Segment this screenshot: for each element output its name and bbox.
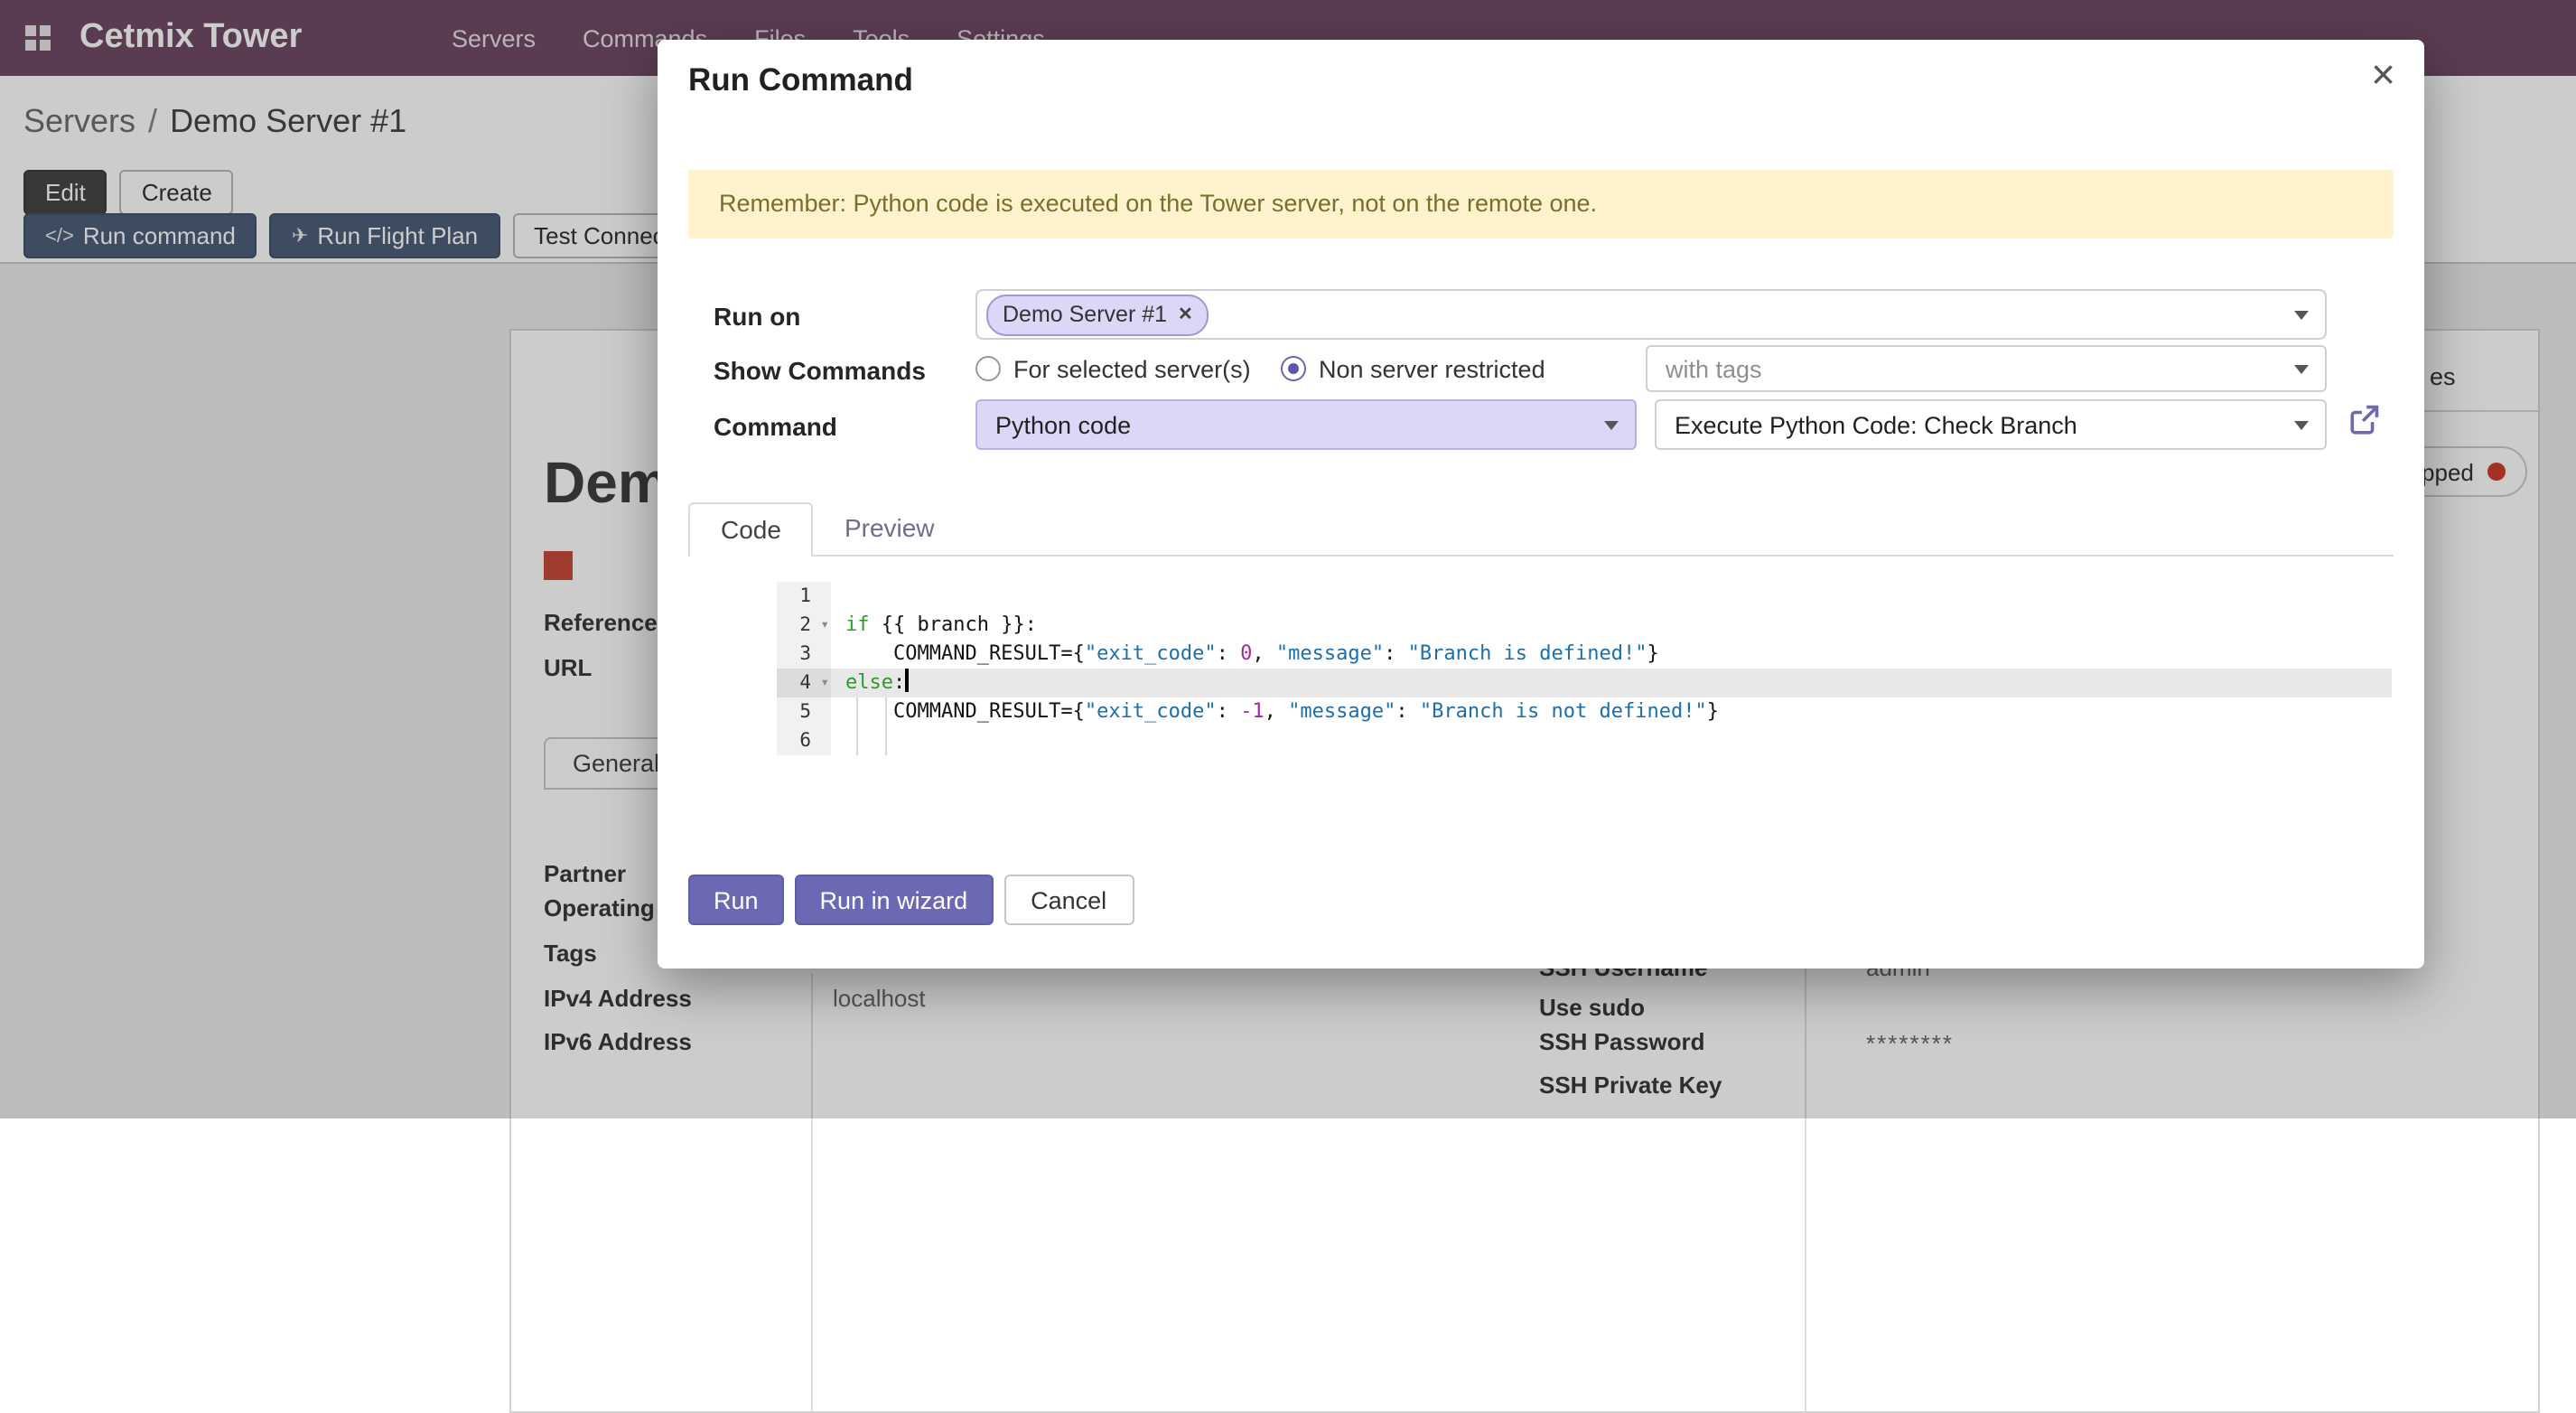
code-line[interactable]	[831, 726, 2392, 755]
show-commands-label: Show Commands	[714, 356, 926, 385]
command-type-value: Python code	[995, 411, 1131, 438]
editor-row[interactable]: 5 COMMAND_RESULT={"exit_code": -1, "mess…	[777, 697, 2392, 726]
editor-line-number[interactable]: 2▾	[777, 611, 831, 640]
tab-code[interactable]: Code	[688, 502, 814, 557]
radio-for-selected-servers[interactable]	[975, 356, 1001, 381]
screen: Cetmix Tower Servers Commands Files Tool…	[0, 0, 2576, 1118]
fold-caret-icon[interactable]: ▾	[820, 611, 829, 640]
code-line[interactable]: if {{ branch }}:	[831, 611, 2392, 640]
code-line[interactable]: COMMAND_RESULT={"exit_code": -1, "messag…	[831, 697, 2392, 726]
command-label: Command	[714, 412, 837, 441]
editor-row[interactable]: 4▾else:	[777, 669, 2392, 697]
fold-caret-icon[interactable]: ▾	[820, 669, 829, 697]
radio-non-server-restricted-label[interactable]: Non server restricted	[1319, 356, 1545, 383]
editor-line-number[interactable]: 5	[777, 697, 831, 726]
text-cursor	[905, 669, 909, 692]
dropdown-caret-icon	[2294, 421, 2309, 430]
dropdown-caret-icon	[2294, 365, 2309, 374]
indent-guide	[856, 726, 858, 755]
radio-for-selected-servers-label[interactable]: For selected server(s)	[1013, 356, 1251, 383]
command-type-select[interactable]: Python code	[975, 399, 1637, 450]
editor-row[interactable]: 2▾if {{ branch }}:	[777, 611, 2392, 640]
editor-row[interactable]: 6	[777, 726, 2392, 755]
radio-non-server-restricted[interactable]	[1281, 356, 1306, 381]
server-tag-label: Demo Server #1	[1003, 302, 1167, 327]
run-on-label: Run on	[714, 302, 800, 331]
run-on-field[interactable]: Demo Server #1 ✕	[975, 289, 2327, 340]
command-value: Execute Python Code: Check Branch	[1675, 411, 2077, 438]
run-command-modal: Run Command × Remember: Python code is e…	[658, 40, 2424, 969]
command-select[interactable]: Execute Python Code: Check Branch	[1655, 399, 2327, 450]
editor-line-number[interactable]: 4▾	[777, 669, 831, 697]
indent-guide	[856, 697, 858, 726]
server-tag[interactable]: Demo Server #1 ✕	[986, 294, 1209, 335]
close-icon[interactable]: ×	[2371, 51, 2395, 99]
code-editor[interactable]: 12▾if {{ branch }}:3 COMMAND_RESULT={"ex…	[777, 582, 2392, 755]
editor-row[interactable]: 1	[777, 582, 2392, 611]
code-line[interactable]	[831, 582, 2392, 611]
editor-row[interactable]: 3 COMMAND_RESULT={"exit_code": 0, "messa…	[777, 640, 2392, 669]
code-line[interactable]: COMMAND_RESULT={"exit_code": 0, "message…	[831, 640, 2392, 669]
dropdown-caret-icon	[1604, 421, 1619, 430]
run-button[interactable]: Run	[688, 875, 784, 925]
editor-line-number[interactable]: 3	[777, 640, 831, 669]
code-line[interactable]: else:	[831, 669, 2392, 697]
run-in-wizard-button[interactable]: Run in wizard	[795, 875, 994, 925]
dropdown-caret-icon	[2294, 311, 2309, 320]
editor-line-number[interactable]: 6	[777, 726, 831, 755]
tag-remove-icon[interactable]: ✕	[1178, 304, 1193, 324]
external-link-icon[interactable]	[2348, 405, 2379, 444]
with-tags-select[interactable]: with tags	[1646, 345, 2327, 392]
indent-guide	[885, 726, 887, 755]
warning-alert: Remember: Python code is executed on the…	[688, 170, 2394, 239]
indent-guide	[885, 697, 887, 726]
modal-title: Run Command	[688, 61, 913, 99]
tab-preview[interactable]: Preview	[814, 502, 966, 555]
with-tags-placeholder: with tags	[1666, 355, 1762, 382]
modal-tabs: Code Preview	[688, 502, 2394, 557]
editor-line-number[interactable]: 1	[777, 582, 831, 611]
cancel-button[interactable]: Cancel	[1003, 875, 1134, 925]
modal-footer: Run Run in wizard Cancel	[688, 875, 1134, 925]
